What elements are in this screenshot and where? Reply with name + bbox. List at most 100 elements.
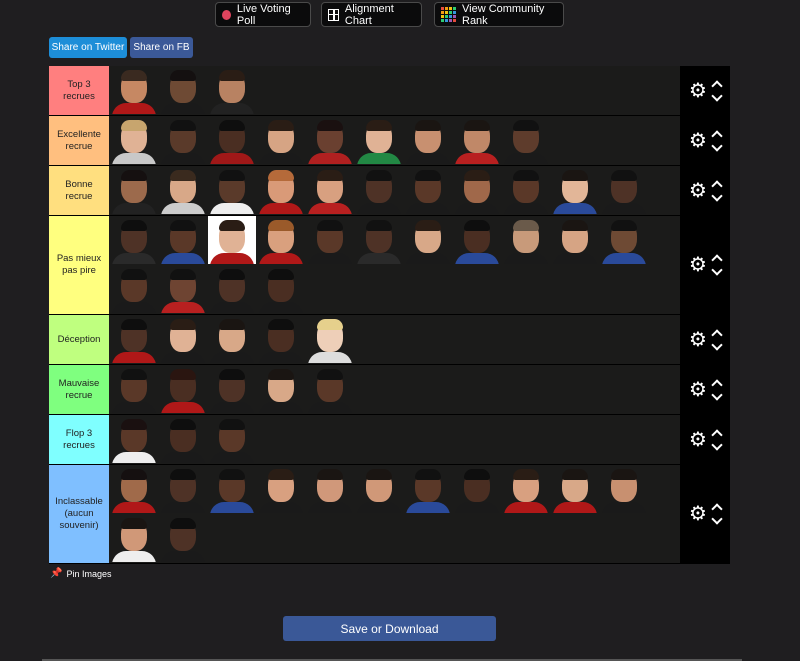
player-image[interactable] xyxy=(159,265,207,313)
gear-icon[interactable]: ⚙ xyxy=(689,131,707,151)
player-image[interactable] xyxy=(355,465,403,513)
tier-items[interactable] xyxy=(109,166,680,215)
player-image[interactable] xyxy=(306,116,354,164)
tier-label[interactable]: Déception xyxy=(49,315,109,364)
player-image[interactable] xyxy=(208,216,256,264)
tier-items[interactable] xyxy=(109,365,680,414)
player-image[interactable] xyxy=(306,465,354,513)
gear-icon[interactable]: ⚙ xyxy=(689,181,707,201)
player-image[interactable] xyxy=(257,365,305,413)
player-image[interactable] xyxy=(159,66,207,114)
tier-items[interactable] xyxy=(109,415,680,464)
player-image[interactable] xyxy=(110,315,158,363)
tier-items[interactable] xyxy=(109,116,680,165)
tier-label[interactable]: Top 3 recrues xyxy=(49,66,109,115)
chevron-down-icon[interactable] xyxy=(711,139,723,152)
tier-items[interactable] xyxy=(109,66,680,115)
chevron-down-icon[interactable] xyxy=(711,89,723,102)
player-image[interactable] xyxy=(208,265,256,313)
player-image[interactable] xyxy=(257,116,305,164)
player-image[interactable] xyxy=(551,465,599,513)
pin-images-toggle[interactable]: 📌 Pin Images xyxy=(50,568,111,579)
player-image[interactable] xyxy=(306,365,354,413)
player-image[interactable] xyxy=(306,315,354,363)
gear-icon[interactable]: ⚙ xyxy=(689,430,707,450)
player-image[interactable] xyxy=(306,216,354,264)
tier-items[interactable] xyxy=(109,465,680,563)
player-image[interactable] xyxy=(502,166,550,214)
gear-icon[interactable]: ⚙ xyxy=(689,81,707,101)
player-image[interactable] xyxy=(110,265,158,313)
player-image[interactable] xyxy=(453,465,501,513)
player-image[interactable] xyxy=(110,166,158,214)
player-image[interactable] xyxy=(600,216,648,264)
tier-label[interactable]: Bonne recrue xyxy=(49,166,109,215)
player-image[interactable] xyxy=(600,465,648,513)
player-image[interactable] xyxy=(404,116,452,164)
gear-icon[interactable]: ⚙ xyxy=(689,255,707,275)
player-image[interactable] xyxy=(257,315,305,363)
player-image[interactable] xyxy=(551,166,599,214)
player-image[interactable] xyxy=(404,216,452,264)
player-image[interactable] xyxy=(208,465,256,513)
chevron-down-icon[interactable] xyxy=(711,388,723,401)
player-image[interactable] xyxy=(208,365,256,413)
player-image[interactable] xyxy=(208,116,256,164)
tier-items[interactable] xyxy=(109,315,680,364)
player-image[interactable] xyxy=(453,116,501,164)
tier-label[interactable]: Pas mieux pas pire xyxy=(49,216,109,314)
gear-icon[interactable]: ⚙ xyxy=(689,504,707,524)
player-image[interactable] xyxy=(404,465,452,513)
share-twitter-button[interactable]: Share on Twitter xyxy=(49,37,127,58)
player-image[interactable] xyxy=(159,166,207,214)
chevron-down-icon[interactable] xyxy=(711,513,723,525)
alignment-chart-button[interactable]: Alignment Chart xyxy=(321,2,422,27)
player-image[interactable] xyxy=(257,465,305,513)
player-image[interactable] xyxy=(551,216,599,264)
gear-icon[interactable]: ⚙ xyxy=(689,380,707,400)
player-image[interactable] xyxy=(306,166,354,214)
player-image[interactable] xyxy=(257,166,305,214)
player-image[interactable] xyxy=(257,216,305,264)
player-image[interactable] xyxy=(355,216,403,264)
player-image[interactable] xyxy=(110,415,158,463)
tier-items[interactable] xyxy=(109,216,680,314)
player-image[interactable] xyxy=(502,116,550,164)
player-image[interactable] xyxy=(502,465,550,513)
tier-label[interactable]: Mauvaise recrue xyxy=(49,365,109,414)
player-image[interactable] xyxy=(600,166,648,214)
player-image[interactable] xyxy=(159,465,207,513)
player-image[interactable] xyxy=(355,116,403,164)
chevron-down-icon[interactable] xyxy=(711,438,723,451)
player-image[interactable] xyxy=(110,66,158,114)
share-fb-button[interactable]: Share on FB xyxy=(130,37,193,58)
player-image[interactable] xyxy=(453,166,501,214)
community-rank-button[interactable]: View Community Rank xyxy=(434,2,564,27)
player-image[interactable] xyxy=(453,216,501,264)
player-image[interactable] xyxy=(208,315,256,363)
player-image[interactable] xyxy=(257,265,305,313)
player-image[interactable] xyxy=(159,514,207,562)
player-image[interactable] xyxy=(159,216,207,264)
player-image[interactable] xyxy=(208,166,256,214)
save-download-button[interactable]: Save or Download xyxy=(283,616,496,641)
tier-label[interactable]: Inclassable (aucun souvenir) xyxy=(49,465,109,563)
player-image[interactable] xyxy=(208,415,256,463)
player-image[interactable] xyxy=(208,66,256,114)
player-image[interactable] xyxy=(502,216,550,264)
live-voting-poll-button[interactable]: Live Voting Poll xyxy=(215,2,311,27)
player-image[interactable] xyxy=(355,166,403,214)
player-image[interactable] xyxy=(110,514,158,562)
player-image[interactable] xyxy=(404,166,452,214)
player-image[interactable] xyxy=(110,365,158,413)
player-image[interactable] xyxy=(110,116,158,164)
player-image[interactable] xyxy=(159,365,207,413)
player-image[interactable] xyxy=(159,315,207,363)
player-image[interactable] xyxy=(110,216,158,264)
tier-label[interactable]: Excellente recrue xyxy=(49,116,109,165)
player-image[interactable] xyxy=(159,116,207,164)
chevron-down-icon[interactable] xyxy=(711,338,723,351)
player-image[interactable] xyxy=(110,465,158,513)
gear-icon[interactable]: ⚙ xyxy=(689,330,707,350)
player-image[interactable] xyxy=(159,415,207,463)
